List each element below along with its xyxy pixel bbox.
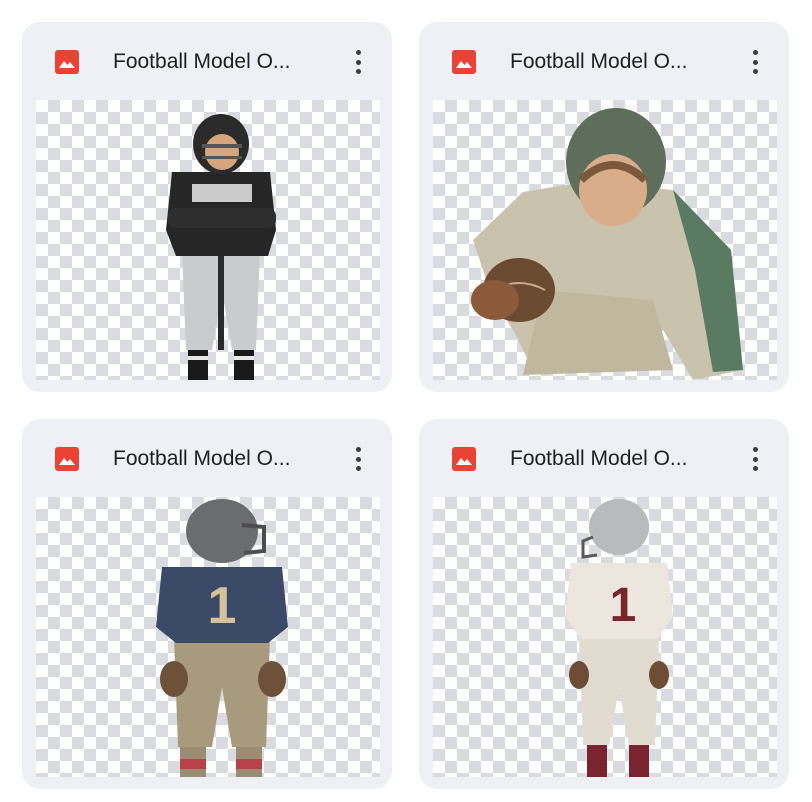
more-vert-icon[interactable] <box>340 44 376 80</box>
file-card-header: Football Model O... <box>22 419 392 495</box>
image-file-icon <box>55 50 79 74</box>
thumbnail-kid-standing-arms-crossed[interactable] <box>36 100 380 380</box>
svg-text:1: 1 <box>208 577 237 635</box>
file-grid: Football Model O... Football Model O... … <box>0 0 812 802</box>
file-card-header: Football Model O... <box>419 419 789 495</box>
thumbnail-kid-back-view-white-jersey[interactable]: 1 <box>433 497 777 777</box>
file-card-header: Football Model O... <box>22 22 392 98</box>
more-vert-icon[interactable] <box>340 441 376 477</box>
file-title[interactable]: Football Model O... <box>113 49 323 75</box>
thumbnail-kid-back-view-blue-jersey[interactable]: 1 <box>36 497 380 777</box>
file-title[interactable]: Football Model O... <box>510 49 720 75</box>
file-title[interactable]: Football Model O... <box>113 446 323 472</box>
file-card[interactable]: Football Model O... 1 <box>22 419 392 789</box>
image-file-icon <box>452 50 476 74</box>
more-vert-icon[interactable] <box>737 441 773 477</box>
file-title[interactable]: Football Model O... <box>510 446 720 472</box>
image-file-icon <box>55 447 79 471</box>
svg-text:1: 1 <box>610 579 637 632</box>
file-card[interactable]: Football Model O... 1 <box>419 419 789 789</box>
thumbnail-kid-crouching-with-ball[interactable] <box>433 100 777 380</box>
image-file-icon <box>452 447 476 471</box>
file-card[interactable]: Football Model O... <box>419 22 789 392</box>
file-card[interactable]: Football Model O... <box>22 22 392 392</box>
file-card-header: Football Model O... <box>419 22 789 98</box>
more-vert-icon[interactable] <box>737 44 773 80</box>
